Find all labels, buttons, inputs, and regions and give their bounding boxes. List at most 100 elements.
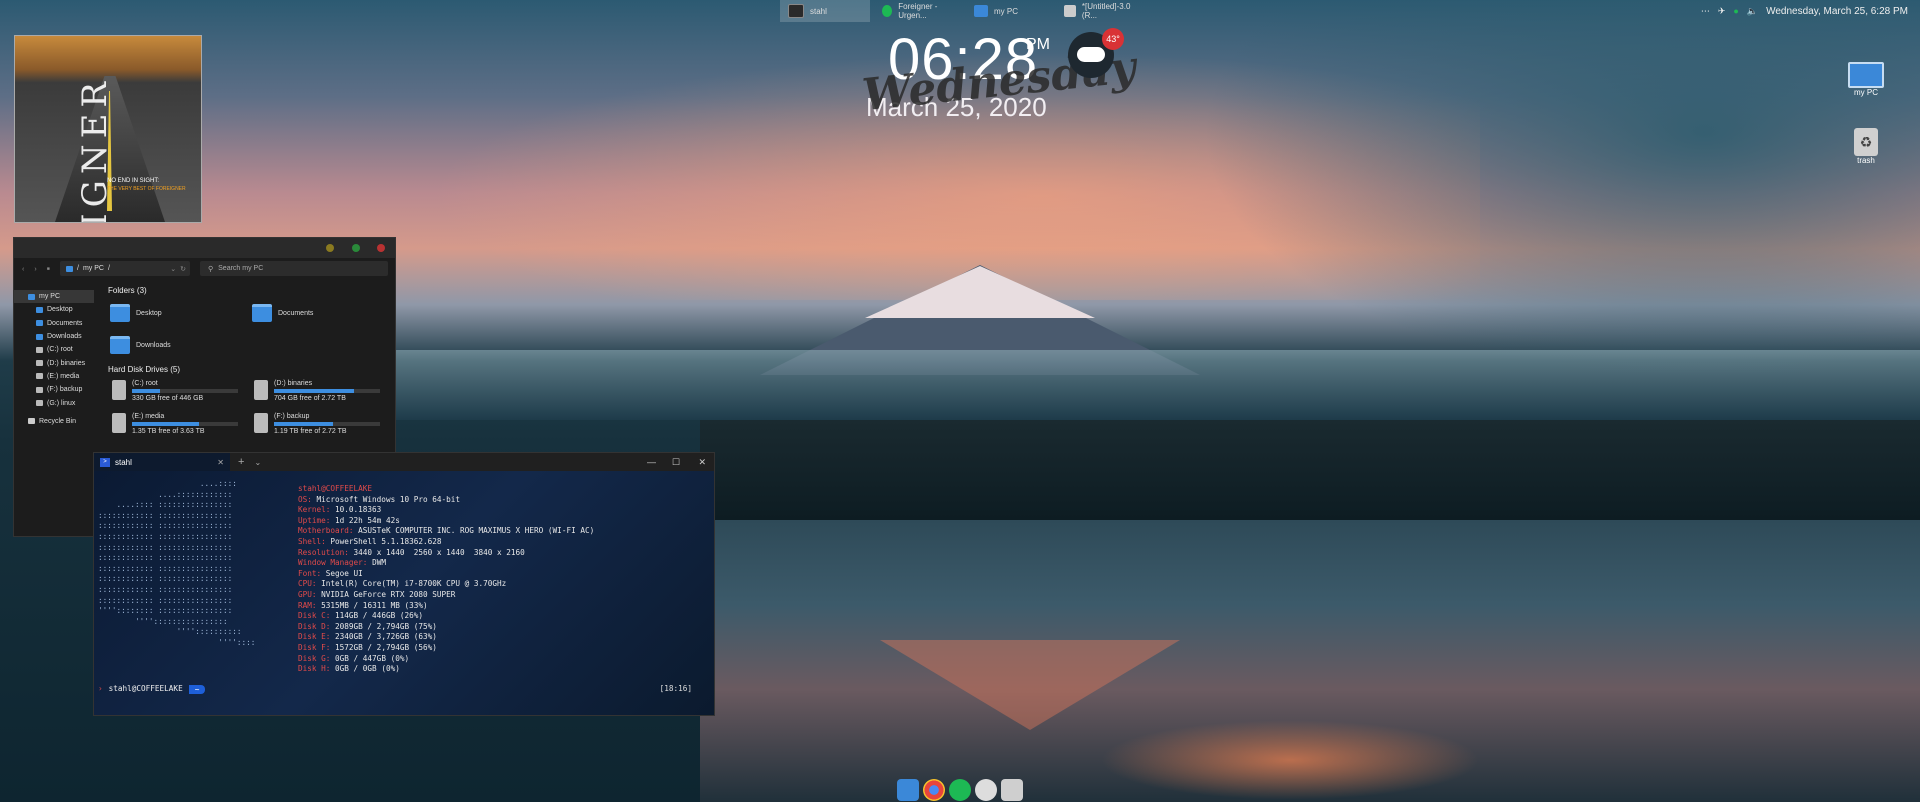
sidebar-item-label: Documents xyxy=(47,319,83,327)
album-art-widget[interactable]: FOREIGNER NO END IN SIGHT: THE VERY BEST… xyxy=(14,35,202,223)
info-value: Microsoft Windows 10 Pro 64-bit xyxy=(316,494,460,504)
drive-icon xyxy=(36,400,43,407)
desktop-icon-my-pc[interactable]: my PC xyxy=(1836,62,1896,97)
sunset-reflection xyxy=(1100,720,1480,800)
drive-free: 1.19 TB free of 2.72 TB xyxy=(274,428,347,435)
address-bar[interactable]: / my PC / ⌄ ↻ xyxy=(60,261,190,276)
drive-e[interactable]: (E:) media 1.35 TB free of 3.63 TB xyxy=(112,413,238,435)
chevron-down-icon[interactable]: ⌄ xyxy=(170,265,176,273)
sidebar-item-recycle-bin[interactable]: Recycle Bin xyxy=(14,415,94,428)
info-value: 3440 x 1440 2560 x 1440 3840 x 2160 xyxy=(353,547,525,557)
info-key: Disk G: xyxy=(298,653,336,663)
datetime[interactable]: Wednesday, March 25, 6:28 PM xyxy=(1766,6,1908,17)
sidebar-item-drive-d[interactable]: (D:) binaries xyxy=(14,356,94,369)
prompt-time: [18:16] xyxy=(659,684,692,693)
trash-icon[interactable] xyxy=(1001,779,1023,801)
sidebar-item-drive-e[interactable]: (E:) media xyxy=(14,370,94,383)
task-terminal[interactable]: stahl xyxy=(780,0,870,22)
system-tray: ⋯ ✈ ● 🔈 Wednesday, March 25, 6:28 PM xyxy=(1701,0,1908,22)
task-untitled[interactable]: *[Untitled]-3.0 (R... xyxy=(1056,0,1146,22)
monitor-icon xyxy=(1848,62,1884,88)
sidebar-item-my-pc[interactable]: my PC xyxy=(14,290,94,304)
drive-f[interactable]: (F:) backup 1.19 TB free of 2.72 TB xyxy=(254,413,380,435)
back-icon[interactable]: ‹ xyxy=(22,266,24,273)
minimize-button[interactable] xyxy=(326,244,334,252)
gear-icon[interactable] xyxy=(975,779,997,801)
mist xyxy=(380,350,1920,420)
chrome-icon[interactable] xyxy=(923,779,945,801)
overflow-icon[interactable]: ⋯ xyxy=(1701,6,1710,17)
terminal-window: > stahl ✕ + ⌄ — ☐ ✕ ....:::: ....:::::::… xyxy=(93,452,715,716)
info-value: DWM xyxy=(372,558,386,568)
monitor-icon[interactable] xyxy=(897,779,919,801)
usage-bar xyxy=(132,422,238,426)
maximize-button[interactable] xyxy=(352,244,360,252)
recycle-bin-icon xyxy=(28,418,35,425)
minimize-button[interactable]: — xyxy=(647,457,656,467)
task-spotify[interactable]: Foreigner - Urgen... xyxy=(874,0,966,22)
drive-d[interactable]: (D:) binaries 704 GB free of 2.72 TB xyxy=(254,380,380,402)
cloud-icon xyxy=(1077,47,1105,62)
info-value: 5315MB / 16311 MB (33%) xyxy=(321,600,428,610)
mountain-snow xyxy=(865,266,1095,318)
folders-heading: Folders (3) xyxy=(108,286,147,295)
info-value: 10.0.18363 xyxy=(335,505,382,515)
usage-fill xyxy=(132,422,199,426)
sidebar-item-desktop[interactable]: Desktop xyxy=(14,303,94,316)
close-button[interactable]: ✕ xyxy=(698,457,706,468)
folder-downloads[interactable]: Downloads xyxy=(110,336,171,354)
weather-widget[interactable]: 43° xyxy=(1068,28,1124,78)
drive-name: (E:) media xyxy=(132,413,165,420)
drive-icon xyxy=(254,380,268,400)
sidebar-item-drive-g[interactable]: (G:) linux xyxy=(14,396,94,409)
spotify-icon[interactable] xyxy=(949,779,971,801)
up-icon[interactable]: ■ xyxy=(47,266,50,272)
prompt-user: stahl@COFFEELAKE xyxy=(108,684,183,693)
shell-prompt[interactable]: › stahl@COFFEELAKE ~ xyxy=(98,684,206,695)
drive-c[interactable]: (C:) root 330 GB free of 446 GB xyxy=(112,380,238,402)
folder-label: Documents xyxy=(278,309,314,317)
maximize-button[interactable]: ☐ xyxy=(672,457,680,468)
sidebar-item-drive-c[interactable]: (C:) root xyxy=(14,343,94,356)
folder-desktop[interactable]: Desktop xyxy=(110,304,162,322)
desktop-icon-trash[interactable]: ♻ trash xyxy=(1836,128,1896,165)
info-key: Resolution: xyxy=(298,547,354,557)
terminal-icon xyxy=(788,4,804,18)
info-key: Shell: xyxy=(298,536,331,546)
folder-documents[interactable]: Documents xyxy=(252,304,313,322)
hills xyxy=(700,420,1920,520)
task-my-pc[interactable]: my PC xyxy=(966,0,1056,22)
close-button[interactable] xyxy=(377,244,385,252)
app-icon xyxy=(1064,5,1076,17)
sidebar-item-label: (E:) media xyxy=(47,372,80,380)
chevron-down-icon[interactable]: ⌄ xyxy=(254,458,261,467)
forward-icon[interactable]: › xyxy=(34,266,36,273)
terminal-output[interactable]: ....:::: ....:::::::::::: ....:::: :::::… xyxy=(94,471,714,715)
drive-name: (D:) binaries xyxy=(274,380,313,387)
close-tab-icon[interactable]: ✕ xyxy=(217,458,224,467)
drives-heading: Hard Disk Drives (5) xyxy=(108,365,181,374)
network-icon[interactable]: ✈ xyxy=(1718,6,1726,17)
info-key: Disk C: xyxy=(298,611,336,621)
folder-icon xyxy=(36,306,43,313)
search-box[interactable]: ⚲ Search my PC xyxy=(200,261,388,276)
refresh-icon[interactable]: ↻ xyxy=(180,265,186,273)
powershell-icon: > xyxy=(100,457,110,467)
sidebar-item-downloads[interactable]: Downloads xyxy=(14,330,94,343)
info-value: 2089GB / 2,794GB (75%) xyxy=(335,621,437,631)
sidebar-item-documents[interactable]: Documents xyxy=(14,317,94,330)
sidebar-item-drive-f[interactable]: (F:) backup xyxy=(14,383,94,396)
drive-free: 1.35 TB free of 3.63 TB xyxy=(132,428,205,435)
sidebar-item-label: (F:) backup xyxy=(47,386,83,394)
info-value: 114GB / 446GB (26%) xyxy=(335,611,423,621)
terminal-tab[interactable]: > stahl ✕ xyxy=(94,453,230,471)
spotify-icon[interactable]: ● xyxy=(1733,6,1738,16)
volume-icon[interactable]: 🔈 xyxy=(1747,6,1758,17)
terminal-tab-bar[interactable]: > stahl ✕ + ⌄ — ☐ ✕ xyxy=(94,453,714,471)
sidebar-item-label: (G:) linux xyxy=(47,399,76,407)
title-bar[interactable] xyxy=(14,238,395,258)
new-tab-icon[interactable]: + xyxy=(238,456,244,468)
sidebar-item-label: Desktop xyxy=(47,306,73,314)
folder-icon xyxy=(110,304,130,322)
monitor-icon xyxy=(974,5,988,17)
